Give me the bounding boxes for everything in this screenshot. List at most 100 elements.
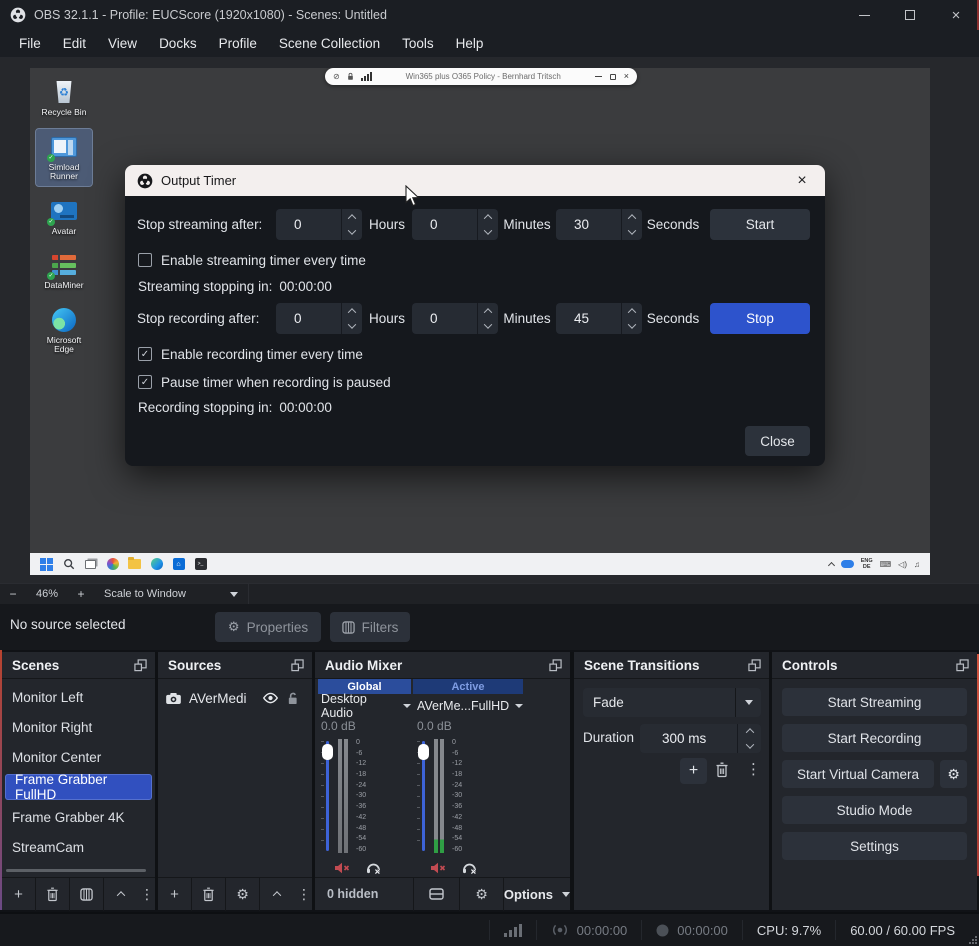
volume-slider[interactable] bbox=[417, 739, 430, 853]
advanced-audio-button[interactable]: ⚙ bbox=[460, 878, 504, 911]
start-stream-timer-button[interactable]: Start bbox=[710, 209, 810, 240]
stream-minutes-spinbox[interactable]: 0 bbox=[412, 209, 498, 240]
pill-restore-icon[interactable] bbox=[610, 74, 616, 80]
enable-streaming-timer-row[interactable]: Enable streaming timer every time bbox=[138, 252, 366, 268]
add-transition-button[interactable]: + bbox=[680, 758, 707, 784]
start-virtual-camera-button[interactable]: Start Virtual Camera bbox=[782, 760, 934, 788]
visibility-eye-icon[interactable] bbox=[262, 692, 279, 704]
remote-session-bar[interactable]: ⊘ Win365 plus O365 Policy - Bernhard Tri… bbox=[325, 68, 637, 85]
properties-button[interactable]: ⚙ Properties bbox=[215, 612, 321, 642]
maximize-button[interactable] bbox=[887, 0, 933, 30]
pill-close-icon[interactable]: × bbox=[624, 72, 629, 81]
menu-help[interactable]: Help bbox=[445, 36, 495, 51]
popout-icon[interactable] bbox=[549, 659, 562, 672]
mixer-channel-name[interactable]: Desktop Audio bbox=[321, 698, 411, 714]
stream-seconds-spinbox[interactable]: 30 bbox=[556, 209, 642, 240]
dialog-close-icon[interactable]: × bbox=[791, 172, 813, 190]
remove-source-button[interactable] bbox=[192, 878, 226, 911]
resize-grip[interactable] bbox=[969, 936, 977, 944]
transition-dropdown[interactable]: Fade bbox=[583, 688, 761, 717]
source-item[interactable]: AVerMedi bbox=[158, 683, 312, 713]
menu-tools[interactable]: Tools bbox=[391, 36, 445, 51]
menu-scene-collection[interactable]: Scene Collection bbox=[268, 36, 391, 51]
mixer-channel-name[interactable]: AVerMe...FullHD bbox=[417, 698, 521, 714]
pill-minimize-icon[interactable] bbox=[595, 76, 602, 77]
virtual-camera-settings-button[interactable]: ⚙ bbox=[940, 760, 967, 788]
remove-scene-button[interactable] bbox=[36, 878, 70, 911]
spin-arrows[interactable] bbox=[477, 209, 498, 240]
desktop-icon-simload-runner[interactable]: ✓ Simload Runner bbox=[36, 129, 92, 186]
mute-speaker-icon[interactable] bbox=[334, 862, 350, 874]
tray-chevron-icon[interactable] bbox=[828, 561, 835, 568]
menu-view[interactable]: View bbox=[97, 36, 148, 51]
scene-item[interactable]: Monitor Center bbox=[2, 742, 155, 772]
spin-arrows[interactable] bbox=[341, 209, 362, 240]
stream-hours-spinbox[interactable]: 0 bbox=[276, 209, 362, 240]
checkbox-unchecked[interactable] bbox=[138, 253, 152, 267]
spin-arrows[interactable] bbox=[477, 303, 498, 334]
minimize-button[interactable] bbox=[841, 0, 887, 30]
popout-icon[interactable] bbox=[748, 659, 761, 672]
desktop-icon-dataminer[interactable]: ✓ DataMiner bbox=[36, 247, 92, 295]
edge-taskbar-icon[interactable] bbox=[150, 558, 163, 571]
desktop-icon-avatar[interactable]: ✓ Avatar bbox=[36, 193, 92, 241]
spin-arrows[interactable] bbox=[621, 303, 642, 334]
checkbox-checked[interactable]: ✓ bbox=[138, 347, 152, 361]
task-view-icon[interactable] bbox=[84, 558, 97, 571]
volume-slider[interactable] bbox=[321, 739, 334, 853]
move-source-up-button[interactable] bbox=[260, 878, 294, 911]
record-seconds-spinbox[interactable]: 45 bbox=[556, 303, 642, 334]
file-explorer-icon[interactable] bbox=[128, 558, 141, 571]
monitor-off-headphones-icon[interactable] bbox=[366, 861, 381, 874]
slider-handle[interactable] bbox=[322, 744, 333, 760]
mute-speaker-icon[interactable] bbox=[430, 862, 446, 874]
sources-more-menu[interactable]: ⋮ bbox=[296, 886, 312, 903]
monitor-off-headphones-icon[interactable] bbox=[462, 861, 477, 874]
menu-file[interactable]: File bbox=[8, 36, 52, 51]
menu-docks[interactable]: Docks bbox=[148, 36, 208, 51]
scenes-more-menu[interactable]: ⋮ bbox=[139, 886, 155, 903]
app-icon-colorful[interactable] bbox=[106, 558, 119, 571]
unlock-icon[interactable] bbox=[287, 692, 298, 705]
pause-timer-row[interactable]: ✓ Pause timer when recording is paused bbox=[138, 374, 391, 390]
mixer-layout-toggle[interactable] bbox=[414, 878, 460, 911]
start-streaming-button[interactable]: Start Streaming bbox=[782, 688, 967, 716]
desktop-icon-recycle-bin[interactable]: ♻ Recycle Bin bbox=[36, 74, 92, 122]
menu-edit[interactable]: Edit bbox=[52, 36, 97, 51]
horizontal-scrollbar[interactable] bbox=[6, 869, 146, 872]
slider-handle[interactable] bbox=[418, 744, 429, 760]
keyboard-icon[interactable]: ⌨ bbox=[880, 560, 892, 569]
spin-arrows[interactable] bbox=[737, 724, 761, 753]
terminal-icon[interactable]: >_ bbox=[194, 558, 207, 571]
popout-icon[interactable] bbox=[134, 659, 147, 672]
filters-button[interactable]: Filters bbox=[330, 612, 410, 642]
scene-item[interactable]: Monitor Left bbox=[2, 682, 155, 712]
stop-record-timer-button[interactable]: Stop bbox=[710, 303, 810, 334]
settings-button[interactable]: Settings bbox=[782, 832, 967, 860]
popout-icon[interactable] bbox=[291, 659, 304, 672]
popout-icon[interactable] bbox=[956, 659, 969, 672]
checkbox-checked[interactable]: ✓ bbox=[138, 375, 152, 389]
studio-mode-button[interactable]: Studio Mode bbox=[782, 796, 967, 824]
record-minutes-spinbox[interactable]: 0 bbox=[412, 303, 498, 334]
scene-item-selected[interactable]: Frame Grabber FullHD bbox=[5, 774, 152, 800]
scene-filters-button[interactable] bbox=[70, 878, 104, 911]
start-button-icon[interactable] bbox=[40, 558, 53, 571]
remove-transition-button[interactable] bbox=[715, 762, 729, 778]
add-source-button[interactable]: + bbox=[158, 878, 192, 911]
zoom-out-button[interactable]: − bbox=[0, 587, 26, 601]
scale-mode-dropdown[interactable]: Scale to Window bbox=[94, 584, 249, 604]
record-hours-spinbox[interactable]: 0 bbox=[276, 303, 362, 334]
dialog-close-button[interactable]: Close bbox=[745, 426, 810, 456]
source-properties-button[interactable]: ⚙ bbox=[226, 878, 260, 911]
transition-more-menu[interactable]: ⋮ bbox=[746, 760, 761, 778]
search-icon[interactable] bbox=[62, 558, 75, 571]
zoom-in-button[interactable]: + bbox=[68, 587, 94, 601]
scene-item[interactable]: Monitor Right bbox=[2, 712, 155, 742]
mixer-tab-active[interactable]: Active bbox=[413, 679, 523, 694]
duration-spinbox[interactable]: 300 ms bbox=[640, 724, 761, 753]
enable-recording-timer-row[interactable]: ✓ Enable recording timer every time bbox=[138, 346, 363, 362]
move-scene-up-button[interactable] bbox=[104, 878, 138, 911]
language-indicator[interactable]: ENG DE bbox=[861, 558, 873, 570]
notifications-icon[interactable]: ♫ bbox=[914, 560, 920, 569]
